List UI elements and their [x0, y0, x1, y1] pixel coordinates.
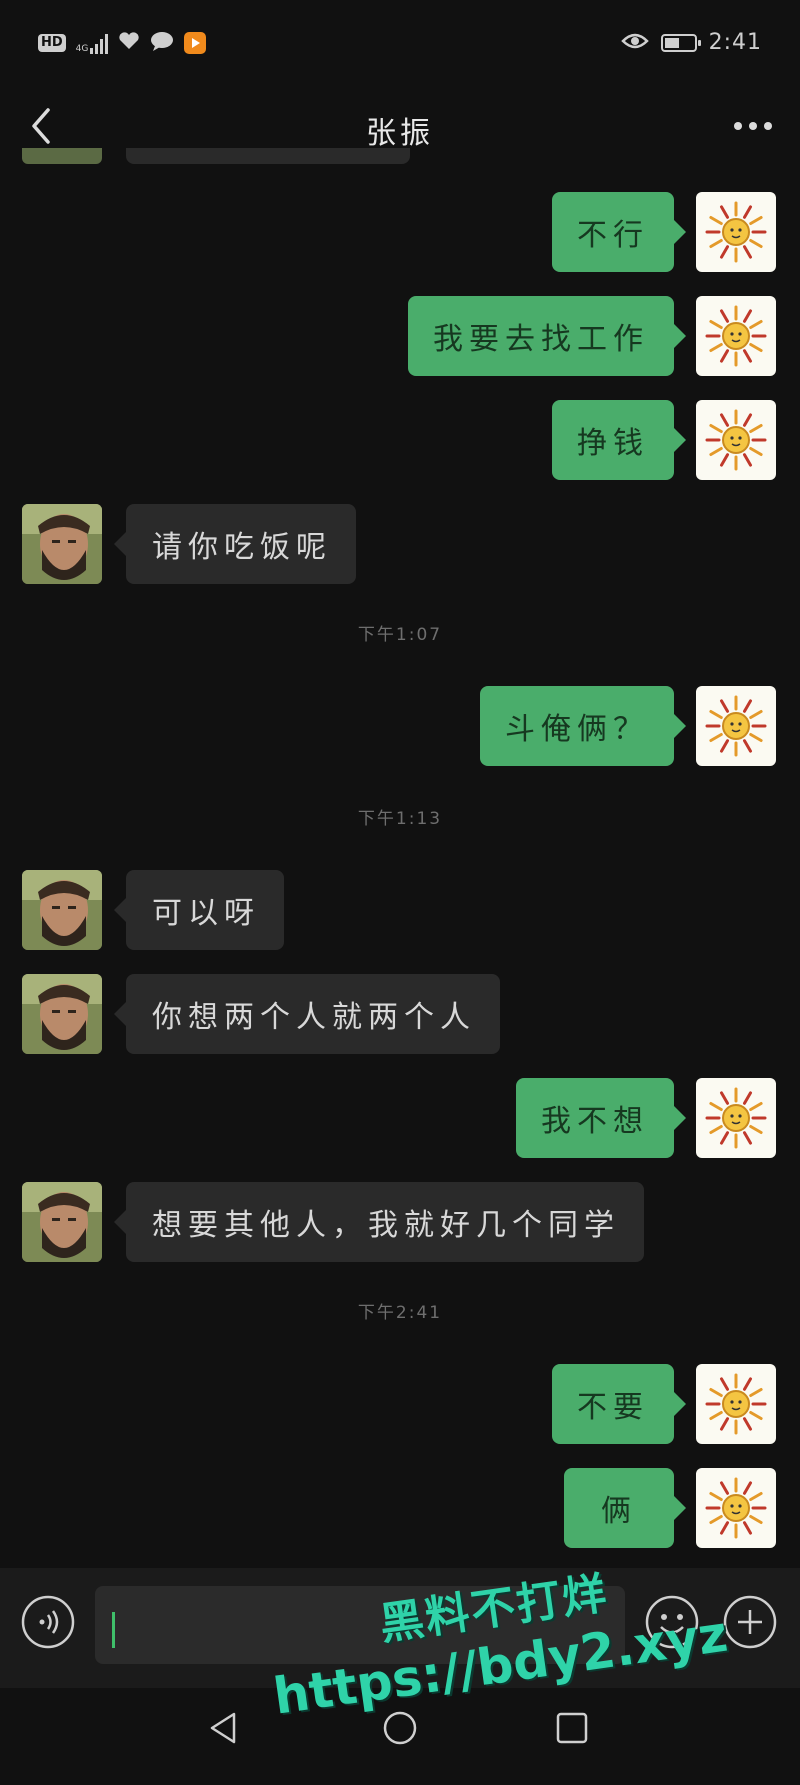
received-message: 可以呀	[0, 870, 800, 950]
message-timestamp: 下午1:13	[357, 809, 443, 829]
self-avatar[interactable]	[696, 1468, 776, 1548]
message-bubble[interactable]: 斗俺俩？	[480, 686, 686, 766]
nav-recent-icon	[556, 1712, 588, 1744]
status-right: 2:41	[620, 30, 762, 55]
message-bubble[interactable]: 你想两个人就两个人	[114, 974, 500, 1054]
page-title: 张振	[366, 116, 434, 151]
contact-avatar[interactable]	[22, 1182, 102, 1262]
signal-icon: 4G	[76, 32, 109, 54]
contact-avatar[interactable]	[22, 870, 102, 950]
self-avatar[interactable]	[696, 400, 776, 480]
message-bubble[interactable]: 我要去找工作	[408, 296, 686, 376]
received-message: 请你吃饭呢	[0, 504, 800, 584]
sent-message: 挣钱	[0, 400, 800, 480]
chat-icon	[150, 30, 174, 56]
nav-recent-button[interactable]	[552, 1708, 592, 1748]
plus-button[interactable]	[722, 1594, 778, 1650]
sent-message: 斗俺俩？	[0, 686, 800, 766]
self-avatar[interactable]	[696, 1078, 776, 1158]
message-bubble[interactable]: 我不想	[516, 1078, 686, 1158]
sent-message: 我不想	[0, 1078, 800, 1158]
contact-avatar[interactable]	[22, 504, 102, 584]
message-bubble[interactable]: 想要其他人，我就好几个同学	[114, 1182, 644, 1262]
sun-icon	[705, 201, 767, 263]
bearded-man-photo	[22, 504, 102, 584]
scrolled-off-bubble	[126, 148, 410, 164]
sun-icon	[705, 1087, 767, 1149]
text-caret	[112, 1612, 115, 1648]
bearded-man-photo	[22, 1182, 102, 1262]
emoji-button[interactable]	[644, 1594, 700, 1650]
received-message: 你想两个人就两个人	[0, 974, 800, 1054]
message-bubble[interactable]: 可以呀	[114, 870, 284, 950]
self-avatar[interactable]	[696, 296, 776, 376]
sun-icon	[705, 409, 767, 471]
health-icon	[118, 31, 140, 55]
sent-message: 不要	[0, 1364, 800, 1444]
received-message: 想要其他人，我就好几个同学	[0, 1182, 800, 1262]
status-time: 2:41	[708, 30, 762, 55]
sent-message: 不行	[0, 192, 800, 272]
emoji-icon	[645, 1595, 699, 1649]
message-timestamp: 下午2:41	[357, 1303, 443, 1323]
battery-icon	[660, 33, 701, 52]
voice-button[interactable]	[20, 1594, 76, 1650]
sun-icon	[705, 695, 767, 757]
self-avatar[interactable]	[696, 192, 776, 272]
message-bubble[interactable]: 不行	[552, 192, 686, 272]
system-nav-bar	[0, 1688, 800, 1767]
sent-message: 俩	[0, 1468, 800, 1548]
nav-back-button[interactable]	[204, 1708, 244, 1748]
eye-icon	[620, 31, 649, 55]
nav-home-icon	[383, 1711, 417, 1745]
hd-icon: HD	[38, 34, 66, 52]
message-bubble[interactable]: 不要	[552, 1364, 686, 1444]
sun-icon	[705, 1373, 767, 1435]
plus-icon	[723, 1595, 777, 1649]
video-app-icon	[184, 32, 207, 54]
bearded-man-photo	[22, 974, 102, 1054]
nav-home-button[interactable]	[380, 1708, 420, 1748]
status-left: HD 4G	[38, 30, 207, 56]
self-avatar[interactable]	[696, 1364, 776, 1444]
sent-message: 我要去找工作	[0, 296, 800, 376]
sun-icon	[705, 305, 767, 367]
network-label: 4G	[75, 44, 89, 54]
more-icon	[734, 122, 772, 130]
message-bubble[interactable]: 挣钱	[552, 400, 686, 480]
message-input[interactable]	[95, 1586, 625, 1664]
bearded-man-photo	[22, 870, 102, 950]
message-bubble[interactable]: 请你吃饭呢	[114, 504, 356, 584]
nav-back-icon	[210, 1712, 236, 1744]
status-bar: HD 4G 2:41	[0, 0, 800, 90]
message-timestamp: 下午1:07	[357, 625, 443, 645]
voice-icon	[21, 1595, 75, 1649]
input-bar	[0, 1568, 800, 1688]
more-button[interactable]	[728, 104, 778, 148]
message-bubble[interactable]: 俩	[564, 1468, 686, 1548]
self-avatar[interactable]	[696, 686, 776, 766]
scrolled-off-message	[22, 148, 102, 164]
contact-avatar[interactable]	[22, 974, 102, 1054]
sun-icon	[705, 1477, 767, 1539]
message-list[interactable]: 不行我要去找工作挣钱请你吃饭呢下午1:07 斗俺俩？ 下午1:13 可以呀你想两个人就…	[0, 148, 800, 1568]
